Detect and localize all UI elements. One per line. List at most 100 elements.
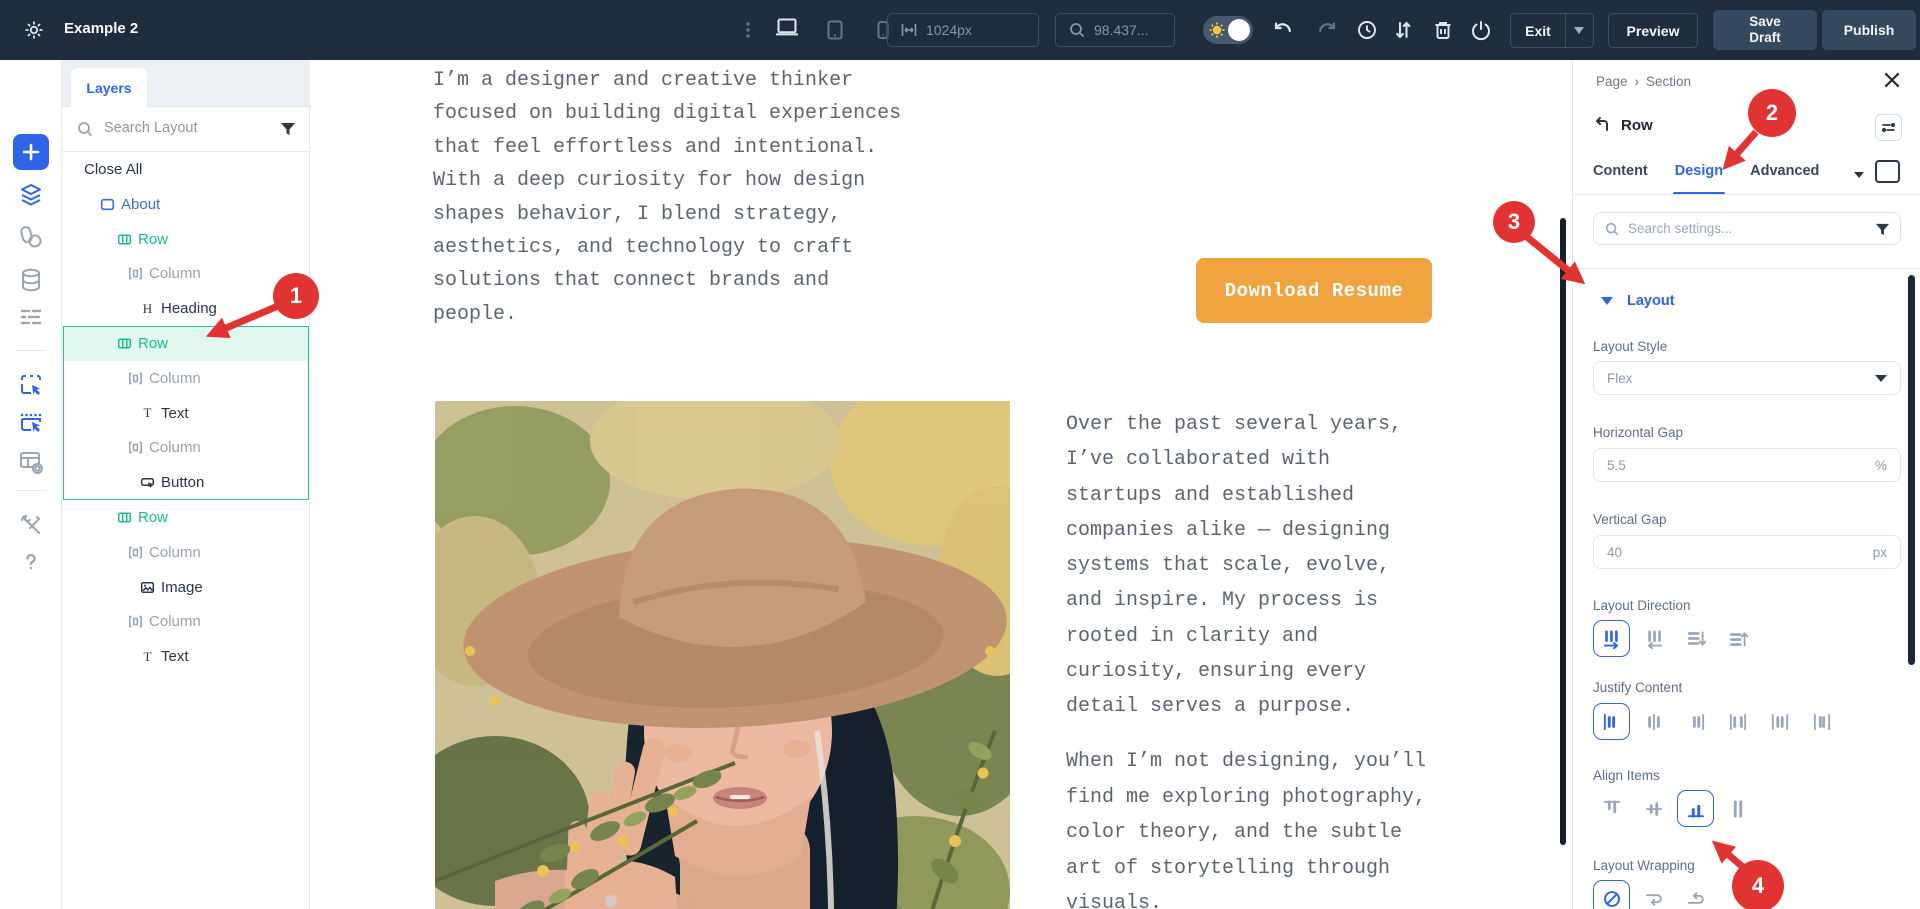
help-icon[interactable] bbox=[18, 549, 44, 575]
body-text-1[interactable]: Over the past several years, I’ve collab… bbox=[1066, 407, 1402, 725]
redo-icon[interactable] bbox=[1316, 19, 1338, 41]
align-start-button[interactable] bbox=[1593, 790, 1630, 827]
dark-mode-toggle[interactable] bbox=[1203, 16, 1253, 44]
layer-row-column[interactable]: Column bbox=[62, 256, 310, 291]
trash-icon[interactable] bbox=[1432, 19, 1454, 41]
layer-row-text[interactable]: TText bbox=[62, 639, 310, 674]
breakpoint-tablet-icon[interactable] bbox=[824, 19, 846, 41]
close-all-button[interactable]: Close All bbox=[62, 152, 310, 187]
layer-label: Text bbox=[161, 405, 189, 422]
end-button[interactable] bbox=[1677, 703, 1714, 740]
layer-label: Heading bbox=[161, 300, 217, 317]
body-text-2[interactable]: When I’m not designing, you’ll find me e… bbox=[1066, 744, 1426, 909]
layers-search-input[interactable]: Search Layout bbox=[104, 120, 198, 136]
layout-style-select[interactable]: Flex bbox=[1593, 361, 1901, 395]
preview-button[interactable]: Preview bbox=[1608, 13, 1698, 48]
zoom-control[interactable]: 98.437... bbox=[1055, 13, 1175, 47]
breakpoint-indicator-icon[interactable] bbox=[1875, 160, 1900, 183]
breakpoint-desktop-icon[interactable] bbox=[772, 17, 802, 39]
structure-icon[interactable] bbox=[18, 304, 44, 330]
design-library-icon[interactable] bbox=[18, 224, 44, 250]
layer-label: Row bbox=[138, 509, 168, 526]
publish-button[interactable]: Publish bbox=[1822, 10, 1916, 50]
center-button[interactable] bbox=[1635, 703, 1672, 740]
tab-layers[interactable]: Layers bbox=[71, 68, 147, 107]
save-draft-button[interactable]: Save Draft bbox=[1713, 10, 1817, 50]
layer-row-text[interactable]: TText bbox=[62, 396, 310, 431]
global-blocks-icon[interactable] bbox=[18, 449, 44, 475]
undo-icon[interactable] bbox=[1272, 19, 1294, 41]
layer-row-column[interactable]: Column bbox=[62, 430, 310, 465]
element-name: Row bbox=[1621, 117, 1653, 134]
vertical-gap-unit[interactable]: px bbox=[1873, 545, 1887, 560]
layer-row-heading[interactable]: HHeading bbox=[62, 291, 310, 326]
canvas-width-control[interactable]: 1024px bbox=[887, 13, 1039, 47]
wrap-button[interactable] bbox=[1635, 880, 1672, 909]
add-element-icon[interactable] bbox=[13, 134, 49, 170]
tabs-caret-icon[interactable] bbox=[1853, 168, 1865, 180]
wrap-reverse-button[interactable] bbox=[1677, 880, 1714, 909]
close-icon[interactable] bbox=[1882, 70, 1902, 90]
intro-text[interactable]: I’m a designer and creative thinker focu… bbox=[433, 64, 901, 331]
filter-funnel-icon[interactable] bbox=[280, 121, 296, 137]
layer-row-button[interactable]: Button bbox=[62, 465, 310, 500]
between-button[interactable] bbox=[1719, 703, 1756, 740]
column-button[interactable] bbox=[1677, 620, 1714, 657]
layers-icon[interactable] bbox=[18, 182, 44, 208]
tools-icon[interactable] bbox=[18, 512, 44, 538]
align-items-label: Align Items bbox=[1593, 768, 1660, 783]
justify-content-label: Justify Content bbox=[1593, 680, 1682, 695]
tab-design[interactable]: Design bbox=[1675, 155, 1723, 195]
download-resume-button[interactable]: Download Resume bbox=[1196, 258, 1432, 323]
zoom-value: 98.437... bbox=[1094, 22, 1149, 38]
vertical-gap-label: Vertical Gap bbox=[1593, 512, 1667, 527]
section-layout-header[interactable]: Layout bbox=[1601, 293, 1675, 309]
kebab-menu-icon[interactable] bbox=[740, 19, 756, 41]
settings-gear-icon[interactable] bbox=[23, 19, 45, 41]
dynamic-data-icon[interactable] bbox=[18, 267, 44, 293]
breadcrumb-page[interactable]: Page bbox=[1596, 74, 1628, 89]
multi-select-icon[interactable] bbox=[18, 409, 44, 435]
layer-row-row[interactable]: Row bbox=[62, 222, 310, 257]
back-arrow-icon[interactable] bbox=[1593, 116, 1611, 134]
around-button[interactable] bbox=[1761, 703, 1798, 740]
vertical-gap-input[interactable]: 40 px bbox=[1593, 535, 1901, 569]
horizontal-gap-unit[interactable]: % bbox=[1875, 458, 1887, 473]
filter-funnel-icon[interactable] bbox=[1875, 222, 1890, 237]
layer-row-column[interactable]: Column bbox=[62, 361, 310, 396]
tab-advanced[interactable]: Advanced bbox=[1750, 155, 1819, 195]
wrap-none-button[interactable] bbox=[1593, 880, 1630, 909]
layer-row-row[interactable]: Row bbox=[62, 326, 310, 361]
layer-row-image[interactable]: Image bbox=[62, 570, 310, 605]
start-button[interactable] bbox=[1593, 703, 1630, 740]
portrait-photo[interactable] bbox=[435, 401, 1010, 909]
tab-content[interactable]: Content bbox=[1593, 155, 1648, 195]
column-reverse-button[interactable] bbox=[1719, 620, 1756, 657]
sort-arrows-icon[interactable] bbox=[1392, 19, 1414, 41]
horizontal-gap-input[interactable]: 5.5 % bbox=[1593, 448, 1901, 482]
exit-label: Exit bbox=[1511, 14, 1565, 47]
align-end-button[interactable] bbox=[1677, 790, 1714, 827]
element-structure-icon[interactable] bbox=[1875, 114, 1902, 141]
layer-row-about[interactable]: About bbox=[62, 187, 310, 222]
row-reverse-button[interactable] bbox=[1635, 620, 1672, 657]
breadcrumb-section[interactable]: Section bbox=[1646, 74, 1691, 89]
history-clock-icon[interactable] bbox=[1356, 19, 1378, 41]
settings-search-input[interactable]: Search settings... bbox=[1593, 212, 1901, 245]
page-canvas[interactable]: I’m a designer and creative thinker focu… bbox=[310, 60, 1560, 909]
layer-row-column[interactable]: Column bbox=[62, 604, 310, 639]
align-center-button[interactable] bbox=[1635, 790, 1672, 827]
horizontal-gap-value: 5.5 bbox=[1607, 458, 1626, 473]
exit-caret-icon[interactable] bbox=[1565, 14, 1593, 47]
exit-button[interactable]: Exit bbox=[1510, 13, 1594, 48]
breadcrumb: Page › Section bbox=[1596, 74, 1691, 89]
layer-row-row[interactable]: Row bbox=[62, 500, 310, 535]
select-element-icon[interactable] bbox=[18, 372, 44, 398]
inspector-scrollbar[interactable] bbox=[1908, 275, 1915, 665]
evenly-button[interactable] bbox=[1803, 703, 1840, 740]
power-icon[interactable] bbox=[1470, 19, 1492, 41]
row-button[interactable] bbox=[1593, 620, 1630, 657]
canvas-scrollbar[interactable] bbox=[1560, 218, 1566, 845]
layer-row-column[interactable]: Column bbox=[62, 535, 310, 570]
align-stretch-button[interactable] bbox=[1719, 790, 1756, 827]
